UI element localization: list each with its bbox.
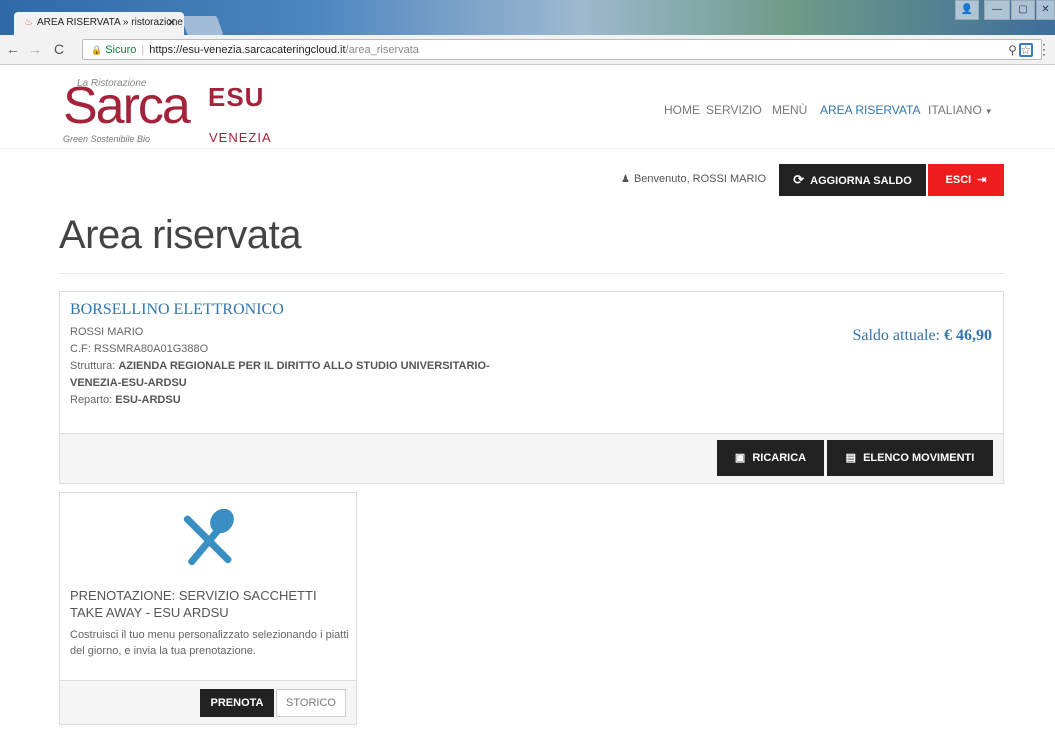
service-description: Costruisci il tuo menu personalizzato se… (70, 629, 349, 657)
service-title: PRENOTAZIONE: SERVIZIO SACCHETTI TAKE AW… (70, 588, 317, 620)
recharge-button[interactable]: ▣ RICARICA (717, 440, 824, 476)
nav-servizio[interactable]: SERVIZIO (706, 103, 762, 117)
nav-menu[interactable]: MENÙ (772, 103, 807, 117)
welcome-text: ♟ Benvenuto, ROSSI MARIO (621, 173, 766, 185)
reparto-value: ESU-ARDSU (115, 394, 181, 406)
favicon-icon: ♨ (24, 17, 33, 28)
refresh-icon: ⟳ (793, 172, 805, 187)
reparto-label: Reparto: (70, 394, 113, 406)
new-tab-button[interactable] (180, 16, 224, 35)
balance-value: € 46,90 (944, 327, 992, 344)
refresh-balance-button[interactable]: ⟳ AGGIORNA SALDO (779, 164, 926, 196)
wallet-panel: BORSELLINO ELETTRONICO ROSSI MARIO C.F: … (59, 291, 1004, 484)
struttura-label: Struttura: (70, 360, 116, 372)
welcome-label: Benvenuto, ROSSI MARIO (633, 173, 767, 185)
forward-icon[interactable]: → (28, 41, 42, 57)
wallet-footer: ▣ RICARICA ▤ ELENCO MOVIMENTI (60, 433, 1003, 483)
wallet-struttura: Struttura: AZIENDA REGIONALE PER IL DIRI… (70, 360, 490, 372)
extension-icon[interactable] (1019, 43, 1033, 57)
close-window-icon[interactable]: ✕ (1036, 0, 1055, 20)
reload-icon[interactable]: C (54, 41, 64, 57)
address-bar: ← → C 🔒 Sicuro | https://esu-venezia.sarcac… (0, 35, 1055, 65)
url-path: /area_riservata (345, 44, 419, 56)
wallet-title: BORSELLINO ELETTRONICO (70, 301, 284, 318)
struttura-value: AZIENDA REGIONALE PER IL DIRITTO ALLO ST… (118, 360, 490, 372)
refresh-balance-label: AGGIORNA SALDO (810, 175, 912, 187)
book-button[interactable]: PRENOTA (200, 689, 274, 717)
maximize-icon[interactable]: ▢ (1011, 0, 1035, 20)
tab-title: AREA RISERVATA » ristorazione (36, 17, 183, 28)
wallet-reparto: Reparto: ESU-ARDSU (70, 394, 181, 406)
profile-icon[interactable]: 👤 (955, 0, 979, 20)
movements-button[interactable]: ▤ ELENCO MOVIMENTI (827, 440, 993, 476)
browser-menu-icon[interactable]: ⋮ (1037, 41, 1051, 58)
tab-close-icon[interactable]: ✕ (167, 16, 176, 29)
wallet-struttura-cont: VENEZIA-ESU-ARDSU (70, 377, 187, 389)
browser-tab[interactable]: ♨ AREA RISERVATA » ristorazione ✕ (14, 12, 184, 35)
logo-partner: ESU (208, 82, 265, 112)
sarca-logo[interactable]: La Ristorazione Sarca Green Sostenibile … (63, 76, 283, 148)
cash-icon: ▣ (734, 452, 746, 464)
logo-tagline-bottom: Green Sostenibile Bio (63, 134, 151, 144)
logout-label: ESCI (945, 174, 972, 186)
wallet-cf: C.F: RSSMRA80A01G388O (70, 343, 209, 355)
movements-label: ELENCO MOVIMENTI (863, 452, 975, 464)
logo-city: VENEZIA (209, 130, 272, 145)
minimize-icon[interactable]: — (984, 0, 1010, 20)
url-host: https://esu-venezia.sarcacateringcloud.i… (149, 44, 346, 56)
caret-down-icon: ▼ (984, 107, 993, 116)
nav-area-riservata[interactable]: AREA RISERVATA (820, 103, 920, 117)
logout-button[interactable]: ESCI ⇥ (928, 164, 1004, 196)
user-icon: ♟ (621, 174, 630, 185)
service-footer: PRENOTA STORICO (60, 680, 356, 724)
utensils-icon (183, 509, 234, 565)
lock-icon: 🔒 (91, 45, 103, 55)
language-label: ITALIANO (928, 103, 982, 117)
recharge-label: RICARICA (752, 452, 807, 464)
history-button[interactable]: STORICO (276, 689, 346, 717)
nav-language[interactable]: ITALIANO ▼ (928, 103, 993, 117)
secure-label: Sicuro (105, 44, 137, 56)
divider (59, 273, 1004, 274)
logo-brand: Sarca (63, 77, 191, 135)
balance: Saldo attuale: € 46,90 (852, 327, 992, 345)
list-icon: ▤ (845, 452, 857, 464)
nav-home[interactable]: HOME (664, 103, 700, 117)
page-title: Area riservata (59, 213, 301, 257)
browser-titlebar: ♨ AREA RISERVATA » ristorazione ✕ 👤 — ▢ ✕ (0, 0, 1055, 35)
back-icon[interactable]: ← (6, 41, 20, 57)
balance-label: Saldo attuale: (852, 327, 940, 344)
url-input[interactable]: 🔒 Sicuro | https://esu-venezia.sarcacaterin… (82, 39, 1042, 60)
struttura-value-cont: VENEZIA-ESU-ARDSU (70, 377, 187, 389)
service-card: PRENOTAZIONE: SERVIZIO SACCHETTI TAKE AW… (59, 492, 357, 725)
wallet-name: ROSSI MARIO (70, 326, 144, 338)
logout-icon: ⇥ (977, 174, 987, 186)
